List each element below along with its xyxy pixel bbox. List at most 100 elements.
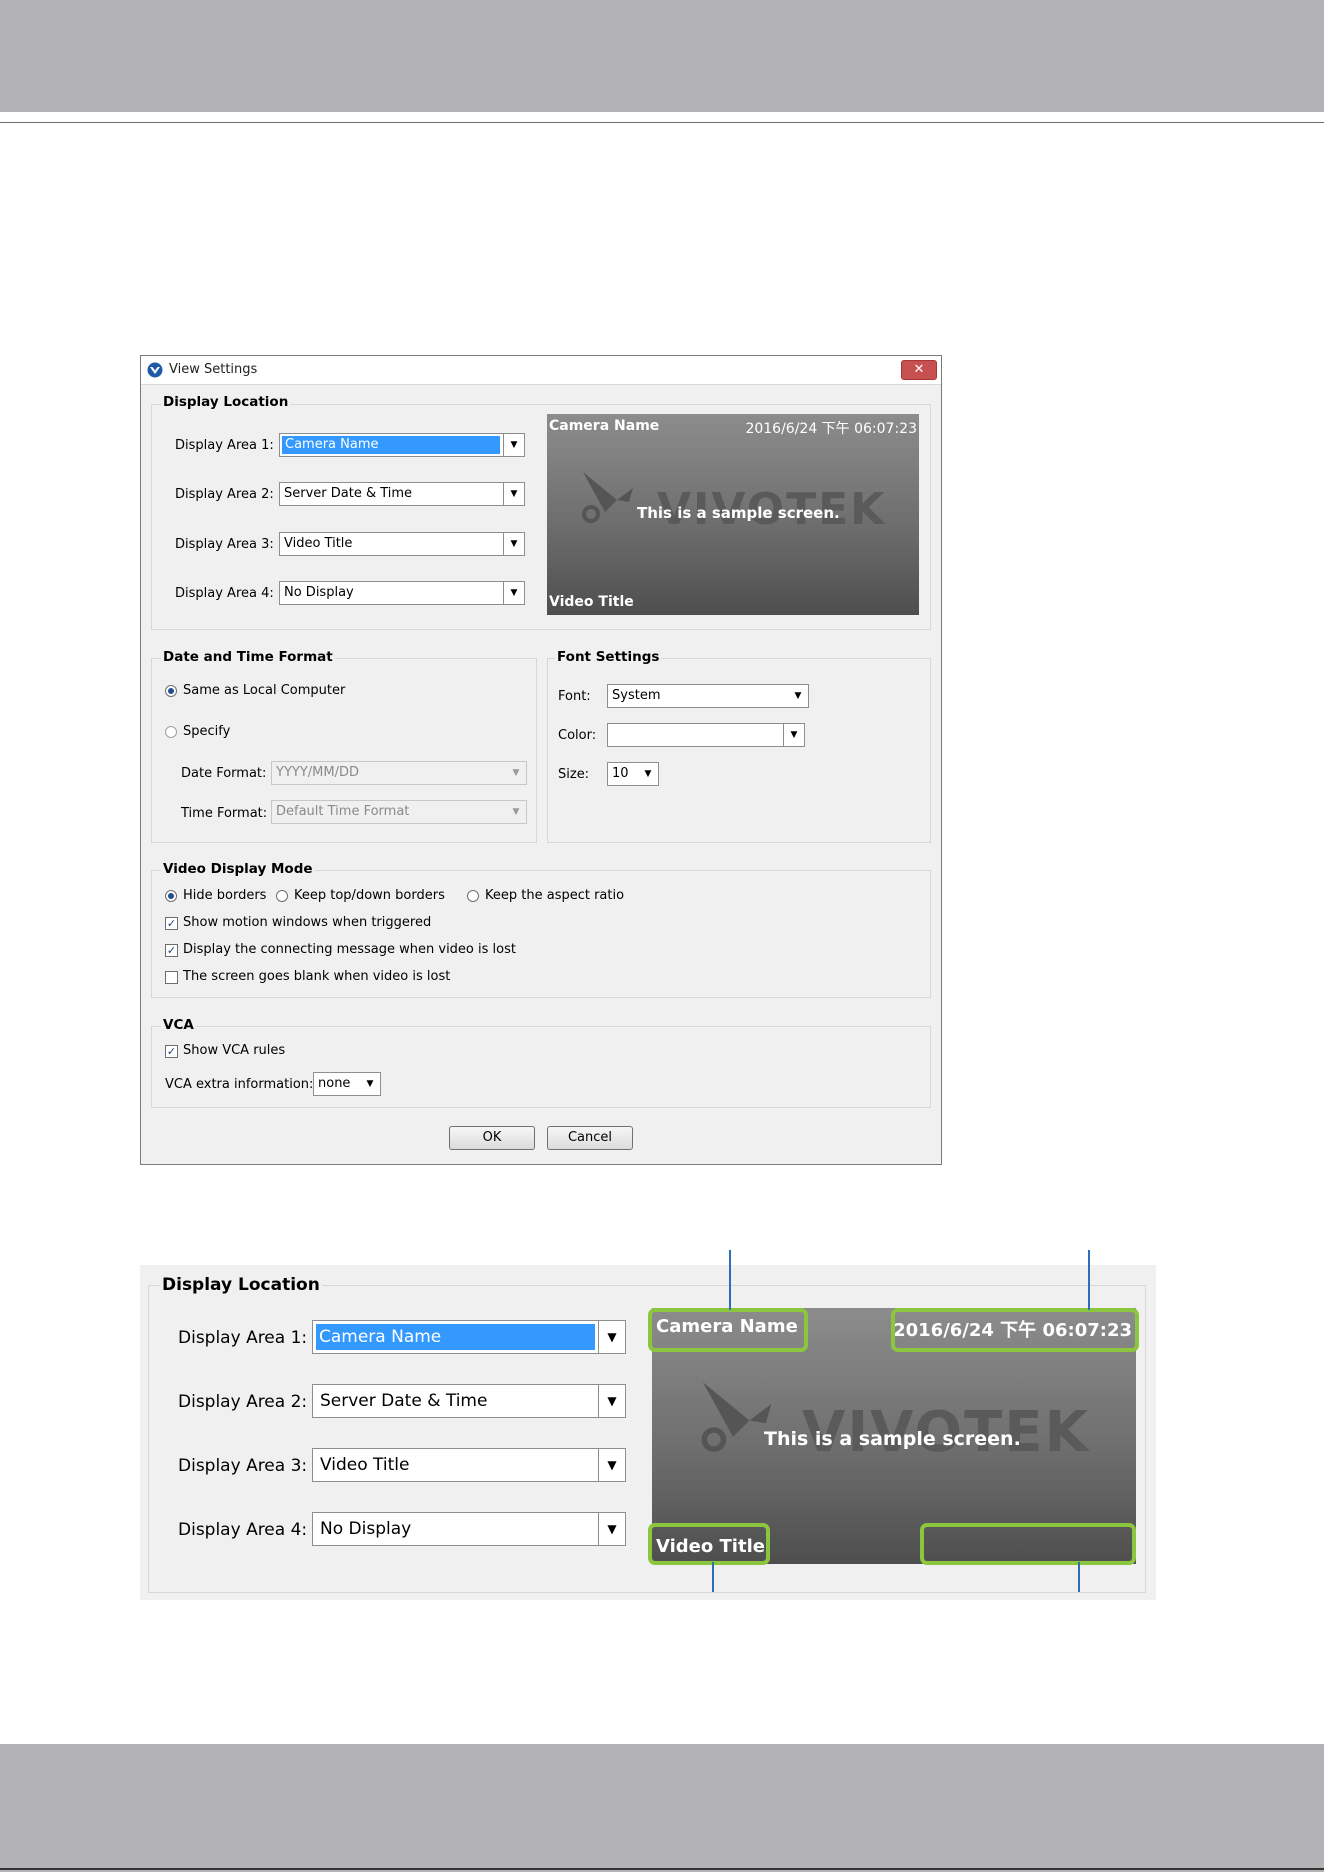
display-area-2-label: Display Area 2:	[175, 487, 274, 502]
color-select[interactable]: ▼	[607, 723, 805, 747]
keep-top-down-radio[interactable]	[276, 890, 288, 902]
display-area-1-select[interactable]: Camera Name ▼	[279, 433, 525, 457]
ok-button[interactable]: OK	[449, 1126, 535, 1150]
preview-sample-text: This is a sample screen.	[637, 504, 840, 522]
time-format-select[interactable]: Default Time Format ▼	[271, 800, 527, 824]
chevron-down-icon[interactable]: ▼	[598, 1513, 625, 1545]
cancel-button[interactable]: Cancel	[547, 1126, 633, 1150]
same-as-local-radio[interactable]	[165, 685, 177, 697]
display-area-4-label: Display Area 4:	[175, 586, 274, 601]
display-area-3-select[interactable]: Video Title ▼	[279, 532, 525, 556]
chevron-down-icon[interactable]: ▼	[598, 1449, 625, 1481]
preview-datetime: 2016/6/24 下午 06:07:23	[745, 421, 917, 437]
display-area-1-label: Display Area 1:	[175, 438, 274, 453]
zoom-display-area-4-value: No Display	[320, 1519, 412, 1539]
preview-camera-name: Camera Name	[549, 418, 660, 434]
chevron-down-icon[interactable]: ▼	[503, 533, 524, 555]
callout-area-1	[648, 1308, 808, 1352]
close-icon: ✕	[913, 362, 925, 377]
display-area-1-value: Camera Name	[282, 436, 500, 454]
chevron-down-icon[interactable]: ▼	[360, 1073, 380, 1095]
preview-video-title: Video Title	[549, 594, 634, 610]
page-footer-band	[0, 1744, 1324, 1872]
zoom-display-area-4-label: Display Area 4:	[178, 1520, 308, 1540]
keep-aspect-label[interactable]: Keep the aspect ratio	[485, 888, 624, 903]
show-motion-label[interactable]: Show motion windows when triggered	[183, 915, 431, 930]
display-area-4-select[interactable]: No Display ▼	[279, 581, 525, 605]
keep-top-down-label[interactable]: Keep top/down borders	[294, 888, 445, 903]
zoom-display-area-3-select[interactable]: Video Title ▼	[312, 1448, 626, 1482]
font-label: Font:	[558, 689, 591, 704]
chevron-down-icon[interactable]: ▼	[506, 801, 526, 823]
zoom-display-area-2-value: Server Date & Time	[320, 1391, 488, 1411]
size-label: Size:	[558, 767, 590, 782]
chevron-down-icon[interactable]: ▼	[503, 483, 524, 505]
page-header-band	[0, 0, 1324, 112]
display-connecting-label[interactable]: Display the connecting message when vide…	[183, 942, 516, 957]
date-format-value: YYYY/MM/DD	[276, 765, 359, 780]
display-area-3-value: Video Title	[284, 536, 353, 551]
screen-blank-checkbox[interactable]	[165, 971, 178, 984]
zoom-display-area-1-label: Display Area 1:	[178, 1328, 308, 1348]
time-format-value: Default Time Format	[276, 804, 410, 819]
video-display-mode-title: Video Display Mode	[161, 861, 315, 877]
zoom-display-area-4-select[interactable]: No Display ▼	[312, 1512, 626, 1546]
size-select[interactable]: 10 ▼	[607, 762, 659, 786]
show-vca-rules-label[interactable]: Show VCA rules	[183, 1043, 285, 1058]
display-area-3-label: Display Area 3:	[175, 537, 274, 552]
display-connecting-checkbox[interactable]: ✓	[165, 944, 178, 957]
show-vca-rules-checkbox[interactable]: ✓	[165, 1045, 178, 1058]
zoom-display-area-3-label: Display Area 3:	[178, 1456, 308, 1476]
hide-borders-radio[interactable]	[165, 890, 177, 902]
time-format-label: Time Format:	[181, 806, 268, 821]
pointer-line-4	[1078, 1562, 1080, 1592]
date-format-select[interactable]: YYYY/MM/DD ▼	[271, 761, 527, 785]
display-area-2-value: Server Date & Time	[284, 486, 413, 501]
show-motion-checkbox[interactable]: ✓	[165, 917, 178, 930]
zoom-preview-sample-text: This is a sample screen.	[764, 1428, 1021, 1450]
pointer-line-2	[1088, 1250, 1090, 1310]
preview-screen: VIVOTEK Camera Name 2016/6/24 下午 06:07:2…	[547, 414, 919, 615]
vca-extra-label: VCA extra information:	[165, 1077, 314, 1092]
chevron-down-icon[interactable]: ▼	[503, 434, 524, 456]
chevron-down-icon[interactable]: ▼	[783, 724, 804, 746]
vca-extra-select[interactable]: none ▼	[313, 1072, 381, 1096]
view-settings-dialog: View Settings ✕ Display Location Display…	[140, 355, 942, 1165]
chevron-down-icon[interactable]: ▼	[598, 1385, 625, 1417]
color-label: Color:	[558, 728, 597, 743]
vivotek-app-icon	[147, 362, 163, 378]
display-area-2-select[interactable]: Server Date & Time ▼	[279, 482, 525, 506]
chevron-down-icon[interactable]: ▼	[503, 582, 524, 604]
dialog-titlebar[interactable]: View Settings ✕	[141, 356, 941, 385]
font-settings-title: Font Settings	[555, 649, 662, 665]
zoom-display-area-1-select[interactable]: Camera Name ▼	[312, 1320, 626, 1354]
display-location-title: Display Location	[161, 394, 291, 410]
size-value: 10	[612, 766, 629, 781]
keep-aspect-radio[interactable]	[467, 890, 479, 902]
vca-extra-value: none	[318, 1076, 351, 1091]
display-area-4-value: No Display	[284, 585, 354, 600]
callout-area-3	[648, 1523, 770, 1565]
header-rule	[0, 122, 1324, 123]
zoom-display-location-title: Display Location	[160, 1275, 322, 1295]
specify-label[interactable]: Specify	[183, 724, 230, 739]
hide-borders-label[interactable]: Hide borders	[183, 888, 266, 903]
callout-area-4	[920, 1523, 1136, 1565]
close-button[interactable]: ✕	[901, 360, 937, 380]
pointer-line-1	[729, 1250, 731, 1310]
date-time-format-title: Date and Time Format	[161, 649, 335, 665]
font-value: System	[612, 688, 661, 703]
chevron-down-icon[interactable]: ▼	[506, 762, 526, 784]
chevron-down-icon[interactable]: ▼	[638, 763, 658, 785]
chevron-down-icon[interactable]: ▼	[598, 1321, 625, 1353]
zoom-display-area-1-value: Camera Name	[316, 1324, 595, 1350]
camera-logo-icon	[582, 472, 633, 523]
screen-blank-label[interactable]: The screen goes blank when video is lost	[183, 969, 450, 984]
font-select[interactable]: System ▼	[607, 684, 809, 708]
specify-radio[interactable]	[165, 726, 177, 738]
callout-area-2	[891, 1308, 1139, 1352]
chevron-down-icon[interactable]: ▼	[788, 685, 808, 707]
zoom-display-area-2-select[interactable]: Server Date & Time ▼	[312, 1384, 626, 1418]
vca-title: VCA	[161, 1017, 196, 1033]
same-as-local-label[interactable]: Same as Local Computer	[183, 683, 345, 698]
